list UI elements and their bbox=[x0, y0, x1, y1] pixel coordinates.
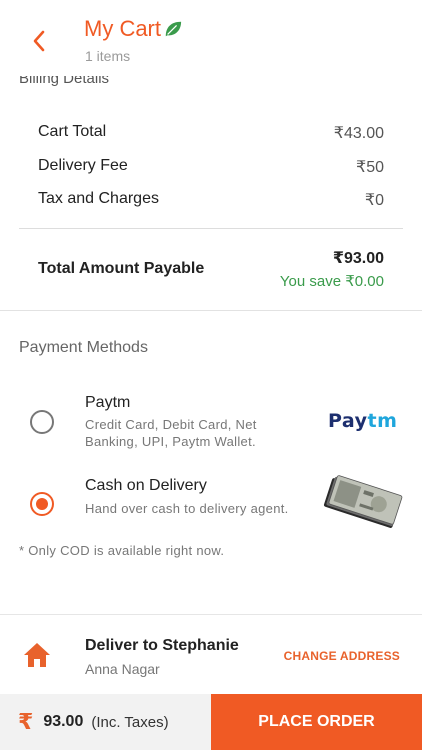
page-title: My Cart bbox=[84, 16, 182, 42]
back-arrow-icon bbox=[33, 30, 45, 52]
delivery-area: Anna Nagar bbox=[85, 661, 160, 677]
deliver-to-name: Deliver to Stephanie bbox=[85, 637, 239, 654]
place-order-button[interactable]: PLACE ORDER bbox=[211, 694, 422, 750]
row-label: Tax and Charges bbox=[38, 190, 159, 207]
option-title: Cash on Delivery bbox=[85, 477, 207, 494]
row-label: Cart Total bbox=[38, 123, 107, 140]
row-label: Delivery Fee bbox=[38, 157, 128, 174]
tax-row: Tax and Charges ₹0 bbox=[38, 190, 384, 210]
cod-availability-note: * Only COD is available right now. bbox=[19, 543, 225, 558]
option-title: Paytm bbox=[85, 394, 131, 411]
change-address-button[interactable]: CHANGE ADDRESS bbox=[284, 649, 400, 663]
option-description: Hand over cash to delivery agent. bbox=[85, 501, 289, 516]
cod-radio[interactable] bbox=[30, 492, 54, 516]
delivery-fee-row: Delivery Fee ₹50 bbox=[38, 157, 384, 177]
delivery-address-bar: Deliver to Stephanie Anna Nagar CHANGE A… bbox=[0, 614, 422, 694]
footer-tax-note: (Inc. Taxes) bbox=[91, 713, 169, 731]
checkout-footer: ₹ 93.00 (Inc. Taxes) PLACE ORDER bbox=[0, 694, 422, 750]
rupee-icon: ₹ bbox=[18, 709, 34, 734]
paytm-radio[interactable] bbox=[30, 410, 54, 434]
paytm-logo: Paytm bbox=[328, 410, 398, 432]
option-description: Credit Card, Debit Card, Net Banking, UP… bbox=[85, 417, 257, 449]
total-label: Total Amount Payable bbox=[38, 260, 205, 277]
total-value: ₹93.00 bbox=[332, 250, 384, 267]
page-title-text: My Cart bbox=[84, 16, 161, 41]
payment-methods-heading: Payment Methods bbox=[19, 339, 148, 356]
cart-total-row: Cart Total ₹43.00 bbox=[38, 123, 384, 143]
back-button[interactable] bbox=[24, 24, 54, 58]
section-separator bbox=[0, 310, 422, 311]
billing-heading: Billing Details bbox=[19, 76, 110, 87]
row-value: ₹0 bbox=[364, 192, 384, 209]
order-total-summary: ₹ 93.00 (Inc. Taxes) bbox=[0, 694, 211, 750]
cash-notes-image bbox=[323, 475, 403, 528]
app-header: My Cart 1 items bbox=[0, 0, 422, 78]
leaf-icon bbox=[165, 21, 182, 37]
row-value: ₹43.00 bbox=[333, 125, 384, 142]
item-count: 1 items bbox=[85, 48, 131, 64]
footer-amount: 93.00 bbox=[43, 713, 84, 730]
savings-text: You save ₹0.00 bbox=[279, 273, 384, 290]
row-value: ₹50 bbox=[356, 159, 384, 176]
home-icon bbox=[24, 643, 50, 667]
divider bbox=[19, 228, 403, 229]
